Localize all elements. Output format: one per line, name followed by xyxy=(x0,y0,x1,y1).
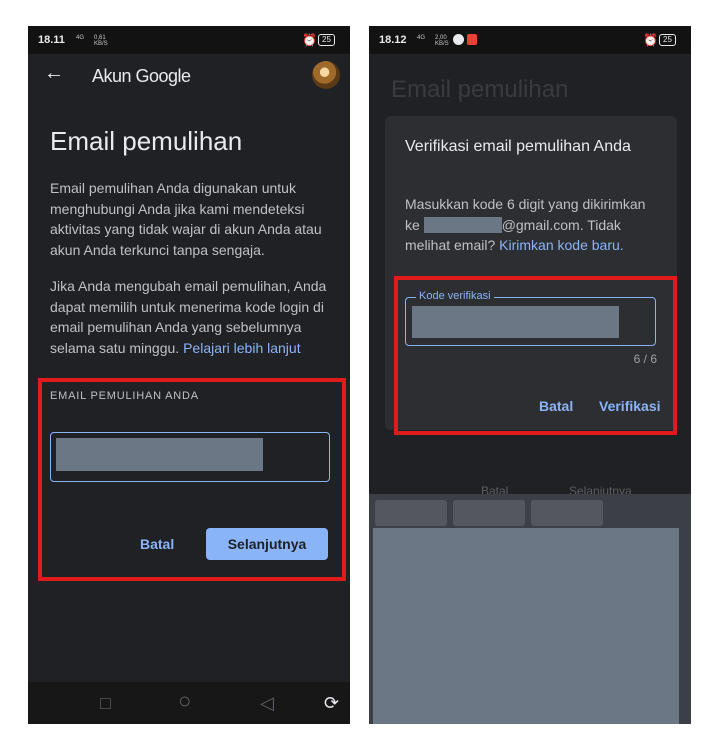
dialog-title: Verifikasi email pemulihan Anda xyxy=(405,138,631,155)
app-bar: ← Akun Google xyxy=(28,54,350,100)
alarm-icon: ⏰ xyxy=(302,33,317,47)
keyboard-key xyxy=(375,500,447,526)
navigation-bar: □ ○ ◁ ⟳ xyxy=(28,682,350,724)
rotate-icon[interactable]: ⟳ xyxy=(324,693,339,713)
highlight-box xyxy=(38,378,346,581)
back-arrow-icon[interactable]: ← xyxy=(44,62,64,85)
highlight-box xyxy=(394,276,677,435)
keyboard-key xyxy=(453,500,525,526)
status-bar: 18.12 4G 2,00 KB/S ⏰ 25 xyxy=(369,26,691,54)
network-speed: 0,61 KB/S xyxy=(94,35,108,47)
keyboard-overlay xyxy=(369,494,691,724)
phone-screen-left: 18.11 4G 0,61 KB/S ⏰ 25 ← Akun Google Em… xyxy=(28,26,350,724)
network-speed-unit: KB/S xyxy=(94,41,108,47)
back-triangle-icon[interactable]: ◁ xyxy=(260,693,274,713)
phone-screen-right: 18.12 4G 2,00 KB/S ⏰ 25 Email pemulihan … xyxy=(369,26,691,724)
change-info-paragraph: Jika Anda mengubah email pemulihan, Anda… xyxy=(50,276,338,358)
keyboard-key xyxy=(531,500,603,526)
app-notification-icon xyxy=(467,34,477,45)
status-time: 18.12 xyxy=(379,34,407,46)
status-bar: 18.11 4G 0,61 KB/S ⏰ 25 xyxy=(28,26,350,54)
alarm-icon: ⏰ xyxy=(643,33,658,47)
gmail-notification-icon xyxy=(453,34,464,45)
recents-square-icon[interactable]: □ xyxy=(100,693,111,713)
page-title: Email pemulihan xyxy=(50,126,243,156)
network-speed: 2,00 KB/S xyxy=(435,35,449,47)
avatar[interactable] xyxy=(312,61,340,89)
background-page-title: Email pemulihan xyxy=(391,76,569,103)
status-time: 18.11 xyxy=(38,34,65,46)
battery-icon: 25 xyxy=(318,34,335,46)
resend-code-link[interactable]: Kirimkan kode baru. xyxy=(499,237,624,253)
network-speed-unit: KB/S xyxy=(435,41,449,47)
home-circle-icon[interactable]: ○ xyxy=(178,690,191,712)
redacted-keyboard xyxy=(373,528,679,724)
signal-icon: 4G xyxy=(76,35,85,41)
signal-icon: 4G xyxy=(417,35,426,41)
battery-icon: 25 xyxy=(659,34,676,46)
dialog-body: Masukkan kode 6 digit yang dikirimkan ke… xyxy=(405,194,657,256)
redacted-email xyxy=(423,216,502,233)
app-title: Akun Google xyxy=(92,66,191,86)
learn-more-link[interactable]: Pelajari lebih lanjut xyxy=(183,340,301,356)
description-paragraph: Email pemulihan Anda digunakan untuk men… xyxy=(50,180,322,258)
